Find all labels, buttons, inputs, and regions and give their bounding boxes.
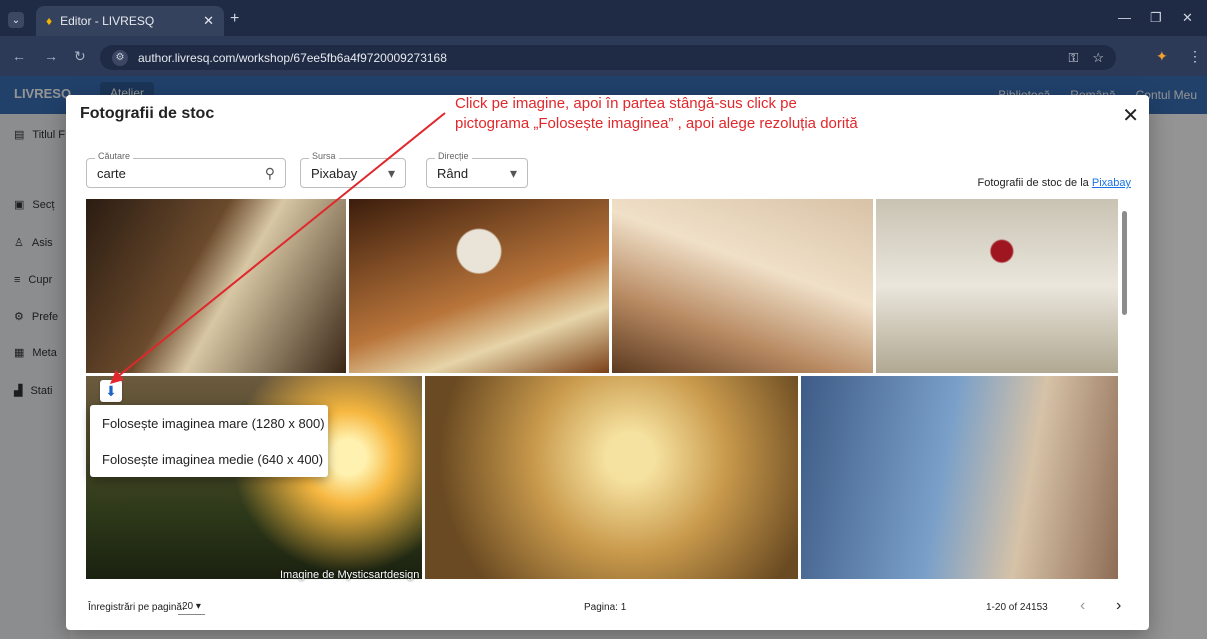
annotation-arrow <box>110 112 446 384</box>
